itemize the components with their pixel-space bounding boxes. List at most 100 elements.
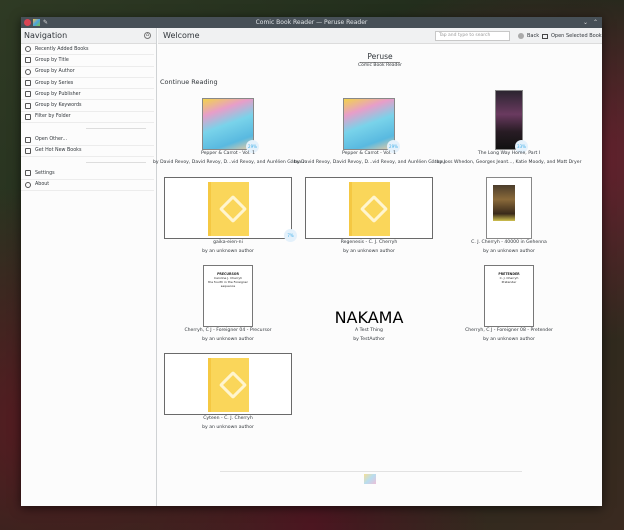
book-cover: NAKAMA bbox=[335, 308, 404, 327]
book-cover: 33% bbox=[495, 90, 528, 153]
cover-text: NAKAMA bbox=[334, 308, 404, 327]
sidebar-item-group-by-author[interactable]: Group by Author bbox=[21, 67, 154, 78]
close-icon[interactable] bbox=[24, 19, 31, 26]
app-icon bbox=[33, 19, 40, 26]
cover-image bbox=[493, 185, 515, 221]
sidebar-item-label: Open Other... bbox=[35, 137, 68, 143]
sidebar-item-get-hot-new-books[interactable]: Get Hot New Books bbox=[21, 146, 154, 157]
maximize-icon[interactable]: ⌃ bbox=[593, 17, 598, 28]
book-title: Cherryh, C J - Foreigner 04 - Precursor bbox=[184, 328, 272, 333]
book-tile[interactable]: PRETENDER C. J. Cherryh Pretender Cherryh, … bbox=[439, 265, 579, 355]
book-cover: 7% bbox=[164, 177, 297, 242]
book-cover: 29% bbox=[202, 98, 259, 153]
book-cover bbox=[305, 177, 433, 239]
search-input[interactable]: Tap and type to search bbox=[435, 31, 510, 41]
peruse-logo-icon bbox=[364, 474, 376, 484]
sidebar-item-label: Filter by Folder bbox=[35, 114, 71, 120]
publisher-icon bbox=[25, 91, 31, 98]
book-title: gaika-eien-ni bbox=[213, 240, 243, 245]
sidebar-item-label: Group by Title bbox=[35, 57, 69, 63]
open-selected-book-button[interactable]: Open Selected Book bbox=[542, 31, 602, 41]
sidebar-item-label: Recently Added Books bbox=[35, 46, 89, 52]
title-bar: ✎ Comic Book Reader — Peruse Reader ⌄ ⌃ bbox=[21, 17, 602, 28]
navigation-title: Navigation bbox=[24, 31, 68, 40]
divider bbox=[21, 123, 156, 134]
pin-icon[interactable]: ✎ bbox=[43, 17, 48, 28]
open-selected-label: Open Selected Book bbox=[551, 33, 602, 39]
book-tile[interactable]: C. J. Cherryh - 40000 in Gehenna by an un… bbox=[439, 177, 579, 267]
window-title: Comic Book Reader — Peruse Reader bbox=[255, 19, 368, 26]
sidebar-item-settings[interactable]: Settings bbox=[21, 168, 154, 180]
book-tile[interactable]: PRECURSOR Caroline J. Cherryh the fourth i… bbox=[158, 265, 298, 355]
divider bbox=[220, 471, 522, 472]
download-icon bbox=[25, 147, 31, 154]
home-icon[interactable]: ⌂ bbox=[144, 32, 151, 39]
app-window: ✎ Comic Book Reader — Peruse Reader ⌄ ⌃ … bbox=[21, 17, 602, 506]
main-area: Welcome Tap and type to search Back Open… bbox=[153, 28, 602, 506]
folder-icon bbox=[542, 33, 548, 39]
main-toolbar: Welcome Tap and type to search Back Open… bbox=[158, 28, 602, 44]
back-label: Back bbox=[527, 33, 540, 39]
book-tile[interactable]: 7% gaika-eien-ni by an unknown author bbox=[158, 177, 298, 267]
navigation-header: Navigation ⌂ bbox=[21, 28, 156, 44]
book-title: Cherryh, C J - Foreigner 08 - Pretender bbox=[465, 328, 553, 333]
sidebar-item-label: Get Hot New Books bbox=[35, 148, 82, 154]
epub-icon bbox=[208, 182, 249, 236]
folder-open-icon bbox=[25, 136, 31, 143]
navigation-panel: Navigation ⌂ Recently Added Books Group b… bbox=[21, 28, 157, 506]
book-cover: PRECURSOR Caroline J. Cherryh the fourth i… bbox=[203, 265, 253, 327]
cover-text: the fourth in the Foreigner sequence bbox=[208, 280, 248, 288]
book-author: by an unknown author bbox=[483, 337, 535, 342]
cover-text: Pretender bbox=[501, 280, 517, 284]
sidebar-item-group-by-keywords[interactable]: Group by Keywords bbox=[21, 100, 154, 112]
divider bbox=[21, 157, 156, 168]
book-title: C. J. Cherryh - 40000 in Gehenna bbox=[471, 240, 547, 245]
book-tile[interactable]: 29% Pepper & Carrot - Vol. 1 by David Revo… bbox=[294, 90, 445, 178]
book-cover bbox=[164, 353, 292, 415]
series-icon bbox=[25, 80, 31, 87]
sidebar-item-label: Settings bbox=[35, 170, 55, 176]
back-button[interactable]: Back bbox=[518, 31, 539, 41]
book-cover: PRETENDER C. J. Cherryh Pretender bbox=[484, 265, 534, 327]
book-tile[interactable]: 29% Pepper & Carrot - Vol. 1 by David Revo… bbox=[153, 90, 304, 178]
settings-icon bbox=[25, 170, 31, 177]
folder-icon bbox=[25, 113, 31, 120]
sidebar-item-about[interactable]: About bbox=[21, 180, 154, 191]
book-tile[interactable]: Cyteen - C. J. Cherryh by an unknown auth… bbox=[158, 353, 298, 443]
book-title: Pepper & Carrot - Vol. 1 bbox=[341, 151, 396, 156]
book-title: Regenesis - C. J. Cherryh bbox=[340, 240, 398, 245]
sidebar-item-group-by-publisher[interactable]: Group by Publisher bbox=[21, 89, 154, 101]
sidebar-item-group-by-series[interactable]: Group by Series bbox=[21, 78, 154, 90]
sidebar-item-group-by-title[interactable]: Group by Title bbox=[21, 55, 154, 67]
minimize-icon[interactable]: ⌄ bbox=[583, 17, 588, 28]
book-cover bbox=[486, 177, 532, 239]
sidebar-item-filter-by-folder[interactable]: Filter by Folder bbox=[21, 112, 154, 124]
book-icon bbox=[25, 57, 31, 64]
book-tile[interactable]: NAKAMA A Test Thing by TestAuthor bbox=[299, 267, 439, 355]
info-icon bbox=[25, 181, 31, 188]
book-title: The Long Way Home, Part I bbox=[477, 151, 541, 156]
book-author: by an unknown author bbox=[202, 425, 254, 430]
sidebar-item-label: About bbox=[35, 182, 50, 188]
sidebar-item-label: Group by Series bbox=[35, 80, 74, 86]
book-tile[interactable]: Regenesis - C. J. Cherryh by an unknown a… bbox=[299, 177, 439, 267]
epub-icon bbox=[349, 182, 390, 236]
sidebar-item-open-other[interactable]: Open Other... bbox=[21, 134, 154, 146]
clock-icon bbox=[25, 46, 31, 53]
app-subtitle: Comic Book Reader bbox=[358, 63, 402, 68]
tag-icon bbox=[25, 102, 31, 109]
back-icon bbox=[518, 33, 524, 39]
sidebar-item-recently-added-books[interactable]: Recently Added Books bbox=[21, 44, 154, 56]
book-author: by an unknown author bbox=[202, 337, 254, 342]
book-author: by David Revoy, David Revoy, D...vid Rev… bbox=[153, 160, 305, 165]
sidebar-item-label: Group by Keywords bbox=[35, 103, 82, 109]
book-title: A Test Thing bbox=[355, 328, 383, 333]
book-author: by an unknown author bbox=[483, 249, 535, 254]
section-title: Continue Reading bbox=[160, 78, 218, 86]
book-title: Pepper & Carrot - Vol. 1 bbox=[200, 151, 255, 156]
sidebar-item-label: Group by Publisher bbox=[35, 91, 81, 97]
sidebar-item-label: Group by Author bbox=[35, 69, 75, 75]
book-author: by Joss Whedon, Georges Jeant..., Katie … bbox=[436, 160, 582, 165]
book-author: by an unknown author bbox=[202, 249, 254, 254]
book-tile[interactable]: 33% The Long Way Home, Part I by Joss Whed… bbox=[436, 90, 582, 178]
